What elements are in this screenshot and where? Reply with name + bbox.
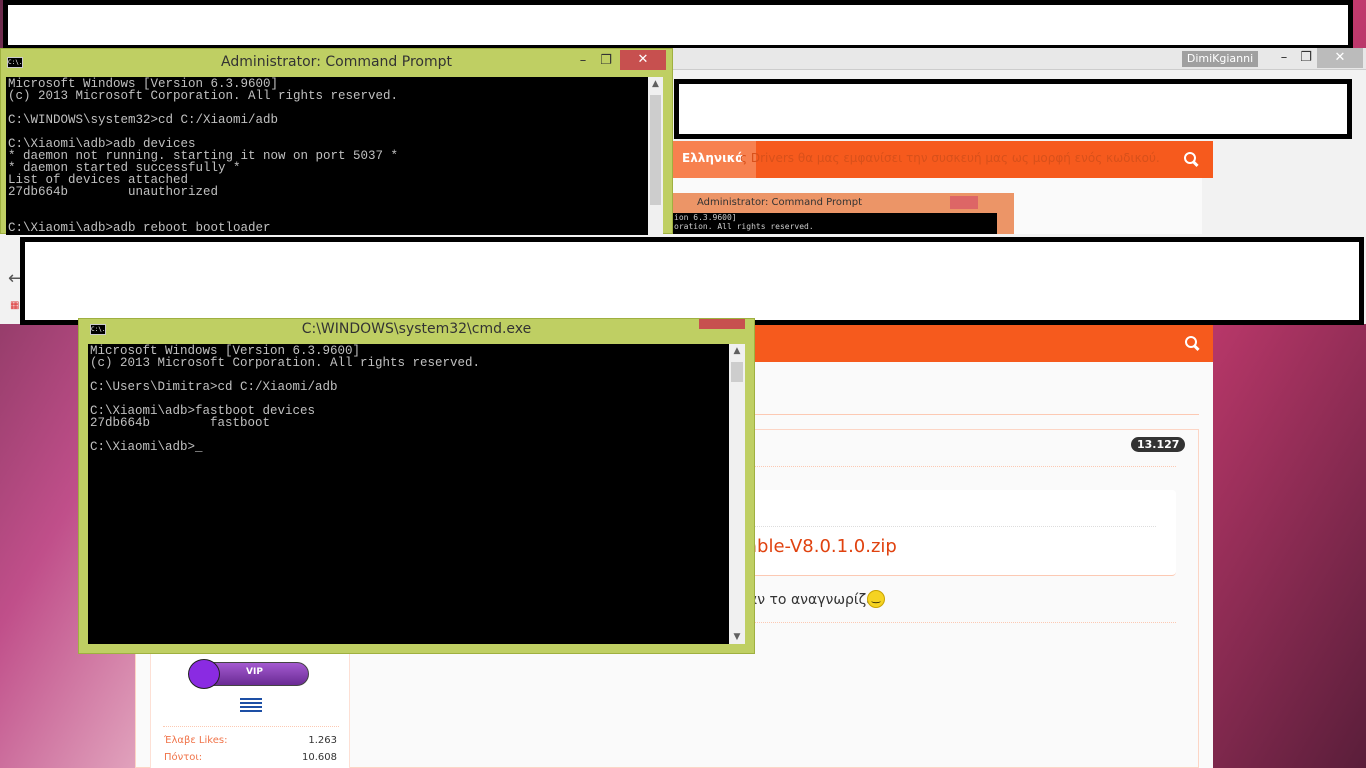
view-count-badge: 13.127: [1131, 437, 1186, 452]
terminal-line: (c) 2013 Microsoft Corporation. All righ…: [90, 356, 481, 370]
embedded-line: oration. All rights reserved.: [674, 222, 814, 231]
apps-icon[interactable]: ▦: [10, 300, 19, 311]
close-button[interactable]: ✕: [1317, 48, 1363, 68]
browser-titlebar: DimiKgianni – ❐ ✕: [672, 48, 1366, 70]
stat-label: Έλαβε Likes:: [164, 735, 228, 746]
greek-flag-icon: [240, 698, 262, 714]
vip-badge: VIP: [188, 659, 309, 689]
embedded-line: ion 6.3.9600]: [674, 213, 737, 222]
terminal-line: (c) 2013 Microsoft Corporation. All righ…: [8, 89, 399, 103]
browser-window-upper: DimiKgianni – ❐ ✕ Ελληνικά ς Drivers θα …: [672, 48, 1366, 234]
terminal-line: C:\WINDOWS\system32>cd C:/Xiaomi/adb: [8, 113, 279, 127]
scrollbar[interactable]: ▲: [648, 77, 663, 235]
cmd-window-user[interactable]: C:\. C:\WINDOWS\system32\cmd.exe Microso…: [78, 318, 755, 654]
embedded-screenshot: Administrator: Command Prompt ion 6.3.96…: [672, 193, 1014, 234]
faded-text: ς Drivers θα μας εμφανίσει την συσκευή μ…: [740, 151, 1160, 165]
embedded-title: Administrator: Command Prompt: [697, 197, 862, 208]
search-icon[interactable]: [1184, 152, 1196, 164]
terminal-line: C:\Xiaomi\adb>_: [90, 440, 203, 454]
maximize-button[interactable]: ❐: [592, 51, 620, 71]
stat-label: Πόντοι:: [164, 752, 203, 763]
close-button[interactable]: [699, 319, 745, 329]
close-button[interactable]: ✕: [620, 50, 666, 70]
user-sidebar: VIP Έλαβε Likes: 1.263 Πόντοι: 10.608: [150, 654, 350, 768]
terminal-line: C:\Xiaomi\adb>adb reboot bootloader: [8, 221, 271, 235]
terminal-line: C:\Users\Dimitra>cd C:/Xiaomi/adb: [90, 380, 338, 394]
scrollbar[interactable]: ▲ ▼: [729, 344, 745, 644]
window-title: C:\WINDOWS\system32\cmd.exe: [301, 321, 532, 337]
search-icon[interactable]: [1185, 336, 1197, 348]
terminal-line: 27db664b fastboot: [90, 416, 271, 430]
language-selector[interactable]: Ελληνικά: [682, 151, 744, 165]
cmd-window-admin[interactable]: C:\. Administrator: Command Prompt – ❐ ✕…: [0, 48, 673, 235]
smiley-icon: ‿: [867, 590, 885, 608]
attachment-link[interactable]: able-V8.0.1.0.zip: [746, 536, 897, 557]
stat-value: 10.608: [302, 752, 337, 763]
redacted-region: [3, 0, 1353, 50]
restore-button[interactable]: ❐: [1292, 48, 1320, 68]
redacted-region: [20, 237, 1364, 325]
terminal-output[interactable]: Microsoft Windows [Version 6.3.9600] (c) …: [6, 77, 648, 235]
stat-value: 1.263: [308, 735, 337, 746]
post-text: αν το αναγνωρίζει: [748, 592, 879, 608]
redacted-region: [674, 79, 1352, 139]
crown-icon: [188, 659, 220, 689]
site-navbar: Ελληνικά ς Drivers θα μας εμφανίσει την …: [672, 141, 1213, 178]
terminal-output[interactable]: Microsoft Windows [Version 6.3.9600] (c) …: [88, 344, 729, 644]
user-badge[interactable]: DimiKgianni: [1182, 51, 1258, 67]
vip-label: VIP: [246, 667, 263, 677]
terminal-line: 27db664b unauthorized: [8, 185, 219, 199]
